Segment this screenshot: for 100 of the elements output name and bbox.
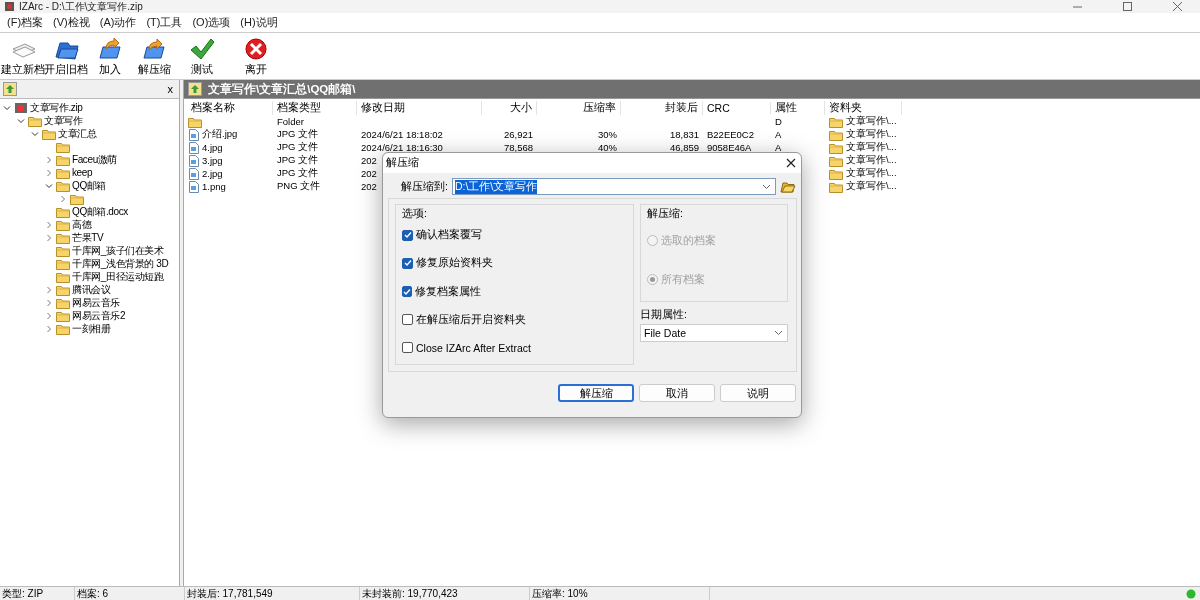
maximize-icon[interactable] <box>1120 1 1134 12</box>
column-header[interactable]: 压缩率 <box>537 100 621 115</box>
table-cell: B22EE0C2 <box>707 129 754 140</box>
table-cell: Folder <box>277 116 304 127</box>
expand-chevron-icon[interactable] <box>45 220 53 229</box>
table-cell: 文章写作\... <box>846 167 897 180</box>
tree-item[interactable]: 千库网_浅色背景的 3D <box>72 257 169 270</box>
expand-chevron-icon[interactable] <box>45 298 53 307</box>
tree-item[interactable]: 网易云音乐2 <box>72 309 126 322</box>
image-file-icon <box>188 154 199 167</box>
column-header[interactable]: 封装后 <box>621 100 703 115</box>
folder-icon <box>56 296 70 309</box>
expand-chevron-icon[interactable] <box>45 324 53 333</box>
menu-item[interactable]: (A)动作 <box>95 15 141 30</box>
menu-item[interactable]: (F)档案 <box>3 15 48 30</box>
folder-icon <box>829 115 843 128</box>
table-cell: 202 <box>361 155 377 166</box>
column-header[interactable]: 属性 <box>771 100 825 115</box>
folder-icon <box>56 257 70 270</box>
date-attribute-dropdown[interactable]: File Date <box>640 324 788 342</box>
toolbar-button[interactable]: 加入 <box>88 37 132 77</box>
tree-item[interactable]: 芒果TV <box>72 231 104 244</box>
tree-item[interactable]: 一刻相册 <box>72 322 111 335</box>
folder-icon <box>56 153 70 166</box>
expand-chevron-icon[interactable] <box>59 194 67 203</box>
table-cell: 2024/6/21 18:16:30 <box>361 142 443 153</box>
dialog-button[interactable]: 取消 <box>639 384 715 402</box>
tree-item[interactable]: 腾讯会议 <box>72 283 111 296</box>
close-icon[interactable] <box>786 158 796 168</box>
collapse-chevron-icon[interactable] <box>17 116 25 125</box>
column-header[interactable]: 档案名称 <box>187 100 273 115</box>
checkbox[interactable] <box>402 286 412 297</box>
menu-item[interactable]: (H)说明 <box>236 15 282 30</box>
column-header[interactable]: CRC <box>703 101 771 114</box>
table-cell: 202 <box>361 181 377 192</box>
expand-chevron-icon[interactable] <box>45 155 53 164</box>
tree-item[interactable]: 文章写作 <box>44 114 83 127</box>
up-folder-icon[interactable] <box>3 82 17 96</box>
file-name[interactable]: 介绍.jpg <box>202 128 238 141</box>
checkbox-label[interactable]: 修复档案属性 <box>415 284 481 299</box>
dropdown-caret-icon <box>774 330 783 336</box>
file-name[interactable]: 2.jpg <box>202 168 223 179</box>
tree-item[interactable]: 文章汇总 <box>58 127 97 140</box>
close-panel-button[interactable]: x <box>167 83 173 95</box>
collapse-chevron-icon[interactable] <box>3 103 11 112</box>
browse-folder-icon[interactable] <box>780 179 796 194</box>
expand-chevron-icon[interactable] <box>45 168 53 177</box>
file-name[interactable]: 3.jpg <box>202 155 223 166</box>
tree-item[interactable]: 网易云音乐 <box>72 296 120 309</box>
tree-item[interactable]: Faceu激萌 <box>72 153 117 166</box>
exit-icon <box>242 37 270 61</box>
checkbox-label[interactable]: 在解压缩后开启资料夹 <box>416 312 526 327</box>
collapse-chevron-icon[interactable] <box>31 129 39 138</box>
toolbar-button[interactable]: 离开 <box>228 37 284 77</box>
tree-item[interactable]: QQ邮箱 <box>72 179 106 192</box>
table-cell: 18,831 <box>669 129 699 140</box>
tree-item[interactable]: 千库网_田径运动短跑 <box>72 270 164 283</box>
column-header[interactable]: 档案类型 <box>273 100 357 115</box>
column-header[interactable]: 大小 <box>482 100 537 115</box>
dialog-button[interactable]: 解压缩 <box>558 384 634 402</box>
table-cell: 文章写作\... <box>846 141 897 154</box>
tree-item[interactable]: QQ邮箱.docx <box>72 205 128 218</box>
table-cell: 文章写作\... <box>846 180 897 193</box>
folder-add-icon <box>96 37 124 61</box>
checkbox[interactable] <box>402 314 413 326</box>
expand-chevron-icon[interactable] <box>45 285 53 294</box>
archive-icon <box>14 101 28 114</box>
menu-item[interactable]: (V)检视 <box>49 15 94 30</box>
folder-icon <box>56 322 70 335</box>
toolbar-button[interactable]: 测试 <box>176 37 228 77</box>
toolbar-button[interactable]: 开启旧档 <box>44 37 88 77</box>
checkbox-label[interactable]: 修复原始资料夹 <box>416 256 493 271</box>
collapse-chevron-icon[interactable] <box>45 181 53 190</box>
toolbar-button[interactable]: 解压缩 <box>132 37 176 77</box>
checkbox-label[interactable]: 确认档案覆写 <box>416 228 482 243</box>
file-name[interactable]: 1.png <box>202 181 226 192</box>
tree-item[interactable]: keep <box>72 166 93 179</box>
menu-item[interactable]: (T)工具 <box>142 15 187 30</box>
checkbox[interactable] <box>402 229 413 241</box>
checkbox[interactable] <box>402 342 413 354</box>
column-header[interactable]: 资料夹 <box>825 100 902 115</box>
tree-item[interactable]: 千库网_孩子们在美术 <box>72 244 164 257</box>
extract-path-field[interactable]: D:\工作\文章写作 <box>451 178 776 195</box>
toolbar-button[interactable]: 建立新档 <box>2 37 44 77</box>
expand-chevron-icon[interactable] <box>45 233 53 242</box>
status-text: 封装后: 17,781,549 <box>185 587 360 600</box>
column-header[interactable]: 修改日期 <box>357 100 482 115</box>
folder-icon <box>56 283 70 296</box>
expand-chevron-icon[interactable] <box>45 311 53 320</box>
dialog-button[interactable]: 说明 <box>720 384 796 402</box>
checkbox-label[interactable]: Close IZArc After Extract <box>416 341 531 354</box>
checkbox[interactable] <box>402 257 413 269</box>
tree-item[interactable]: 高德 <box>72 218 92 231</box>
tree-item[interactable]: 文章写作.zip <box>30 101 83 114</box>
file-name[interactable]: 4.jpg <box>202 142 223 153</box>
up-folder-icon[interactable] <box>188 82 202 96</box>
table-cell: JPG 文件 <box>277 128 319 141</box>
table-cell: 202 <box>361 168 377 179</box>
check-icon <box>188 37 216 61</box>
menu-item[interactable]: (O)选项 <box>188 15 235 30</box>
